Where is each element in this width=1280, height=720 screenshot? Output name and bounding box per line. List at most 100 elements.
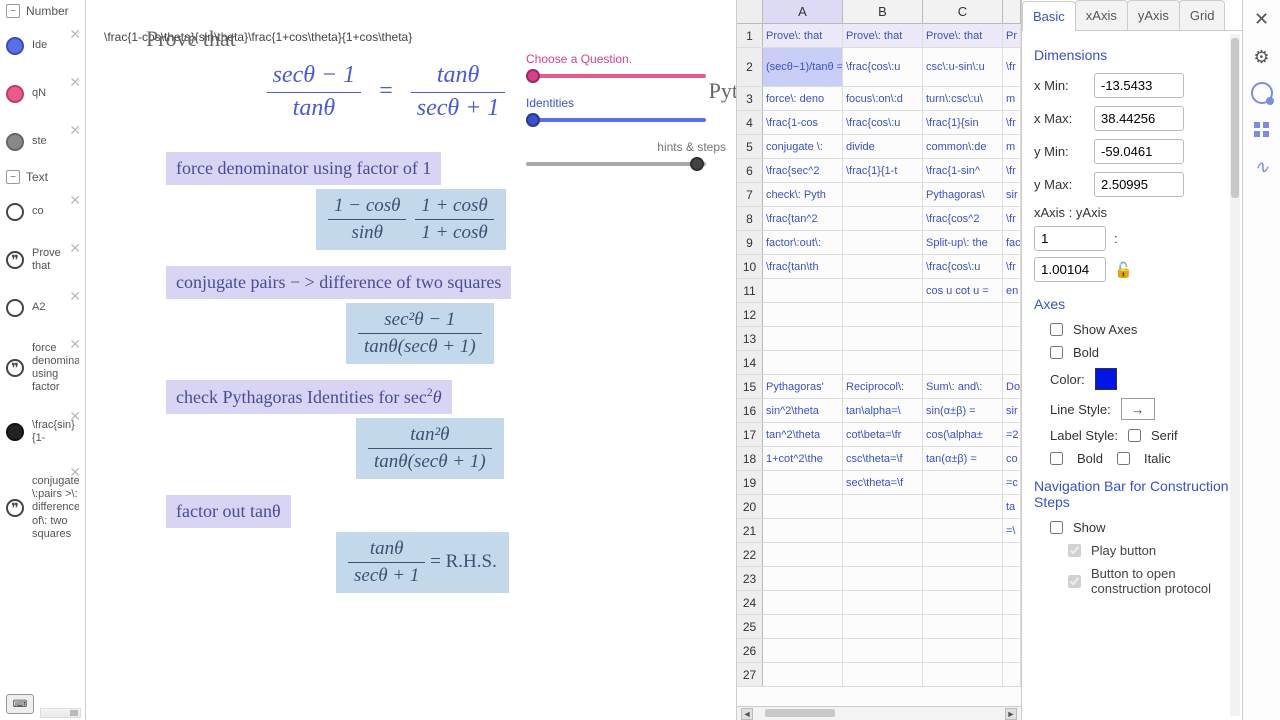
cell[interactable]: sin(α±β) = [923, 399, 1003, 422]
cell[interactable] [1003, 567, 1021, 590]
cell[interactable]: cos(\alpha± [923, 423, 1003, 446]
cell[interactable] [923, 471, 1003, 494]
cell[interactable]: fac [1003, 231, 1021, 254]
table-row[interactable]: 20ta [737, 495, 1021, 519]
slider-track[interactable] [526, 162, 706, 166]
row-number[interactable]: 14 [737, 351, 763, 374]
cell[interactable] [843, 255, 923, 278]
algebra-item[interactable]: ste ✕ [0, 118, 85, 166]
cell[interactable]: tan\alpha=\ [843, 399, 923, 422]
row-number[interactable]: 27 [737, 663, 763, 686]
cell[interactable] [843, 207, 923, 230]
scroll-right-icon[interactable]: ► [1005, 708, 1017, 720]
row-number[interactable]: 9 [737, 231, 763, 254]
col-D[interactable] [1003, 0, 1021, 23]
cell[interactable]: \fr [1003, 207, 1021, 230]
cell[interactable]: force\: deno [763, 87, 843, 110]
cell[interactable] [843, 327, 923, 350]
row-number[interactable]: 13 [737, 327, 763, 350]
table-row[interactable]: 17tan^2\thetacot\beta=\frcos(\alpha±=2 [737, 423, 1021, 447]
cell[interactable] [763, 543, 843, 566]
algebra-item[interactable]: ❞ conjugate \:pairs >\: difference of\: … [0, 460, 85, 556]
cell[interactable]: co [1003, 447, 1021, 470]
cell[interactable] [763, 663, 843, 686]
slider-track[interactable] [526, 118, 706, 122]
cell[interactable] [763, 279, 843, 302]
cell[interactable] [843, 591, 923, 614]
cell[interactable]: cos u cot u = [923, 279, 1003, 302]
cell[interactable] [843, 543, 923, 566]
cell[interactable]: \frac{cos\:u [843, 111, 923, 134]
delete-icon[interactable]: ✕ [69, 288, 81, 305]
cell[interactable]: focus\:on\:d [843, 87, 923, 110]
table-row[interactable]: 9factor\:out\:Split-up\: thefac [737, 231, 1021, 255]
italic-checkbox[interactable] [1117, 452, 1130, 465]
section-text-header[interactable]: − Text [0, 166, 85, 188]
slider-identities[interactable]: Identities [526, 96, 726, 122]
table-row[interactable]: 13 [737, 327, 1021, 351]
table-row[interactable]: 21=\ [737, 519, 1021, 543]
delete-icon[interactable]: ✕ [69, 464, 81, 481]
cell[interactable] [1003, 591, 1021, 614]
col-B[interactable]: B [843, 0, 923, 23]
table-row[interactable]: 12 [737, 303, 1021, 327]
slider-track[interactable] [526, 74, 706, 78]
xmin-input[interactable] [1094, 73, 1184, 98]
cell[interactable] [923, 543, 1003, 566]
cell[interactable]: divide [843, 135, 923, 158]
cell[interactable]: sin^2\theta [763, 399, 843, 422]
cell[interactable]: Sum\: and\: [923, 375, 1003, 398]
grid-icon[interactable] [1249, 116, 1275, 142]
cell[interactable]: \frac{sec^2 [763, 159, 843, 182]
serif-checkbox[interactable] [1128, 429, 1141, 442]
cell[interactable]: \frac{cos\:u [843, 48, 923, 86]
cell[interactable] [923, 639, 1003, 662]
slider-hints[interactable]: hints & steps [526, 140, 726, 166]
row-number[interactable]: 8 [737, 207, 763, 230]
row-number[interactable]: 18 [737, 447, 763, 470]
cell[interactable] [763, 351, 843, 374]
scroll-thumb[interactable] [765, 709, 835, 717]
table-row[interactable]: 27 [737, 663, 1021, 687]
cell[interactable]: Prove\: that [763, 24, 843, 47]
ymax-input[interactable] [1094, 172, 1184, 197]
cell[interactable]: m [1003, 87, 1021, 110]
delete-icon[interactable]: ✕ [69, 408, 81, 425]
cell[interactable]: check\: Pyth [763, 183, 843, 206]
settings-scrollbar[interactable] [1230, 34, 1240, 716]
cell[interactable] [1003, 303, 1021, 326]
gear-icon[interactable]: ⚙ [1249, 44, 1275, 70]
cell[interactable] [763, 591, 843, 614]
close-icon[interactable]: ✕ [1249, 6, 1275, 32]
row-number[interactable]: 5 [737, 135, 763, 158]
cell[interactable] [763, 567, 843, 590]
cell[interactable]: \frac{cos^2 [923, 207, 1003, 230]
table-row[interactable]: 24 [737, 591, 1021, 615]
row-number[interactable]: 11 [737, 279, 763, 302]
ymin-input[interactable] [1094, 139, 1184, 164]
table-row[interactable]: 15Pythagoras'Reciprocol\:Sum\: and\:Do [737, 375, 1021, 399]
table-row[interactable]: 19sec\theta=\f=c [737, 471, 1021, 495]
cell[interactable]: Pythagoras' [763, 375, 843, 398]
tab-grid[interactable]: Grid [1179, 0, 1226, 30]
bold2-checkbox[interactable] [1050, 452, 1063, 465]
cell[interactable] [843, 279, 923, 302]
cell[interactable]: \fr [1003, 159, 1021, 182]
row-number[interactable]: 17 [737, 423, 763, 446]
delete-icon[interactable]: ✕ [69, 336, 81, 353]
table-row[interactable]: 16sin^2\thetatan\alpha=\sin(α±β) =sir [737, 399, 1021, 423]
tab-xaxis[interactable]: xAxis [1075, 0, 1128, 30]
cell[interactable]: \frac{1}{sin [923, 111, 1003, 134]
cell[interactable] [843, 519, 923, 542]
function-icon[interactable]: ∿ [1249, 154, 1275, 180]
xmax-input[interactable] [1094, 106, 1184, 131]
table-row[interactable]: 8\frac{tan^2\frac{cos^2\fr [737, 207, 1021, 231]
cell[interactable]: \frac{1}{1-t [843, 159, 923, 182]
keyboard-icon[interactable]: ⌨ [6, 694, 34, 714]
conic-icon[interactable] [1251, 82, 1273, 104]
delete-icon[interactable]: ✕ [69, 26, 81, 43]
lock-icon[interactable]: 🔓 [1114, 261, 1133, 279]
row-number[interactable]: 22 [737, 543, 763, 566]
bold-checkbox[interactable] [1050, 346, 1063, 359]
ratio-y-input[interactable] [1034, 257, 1106, 282]
